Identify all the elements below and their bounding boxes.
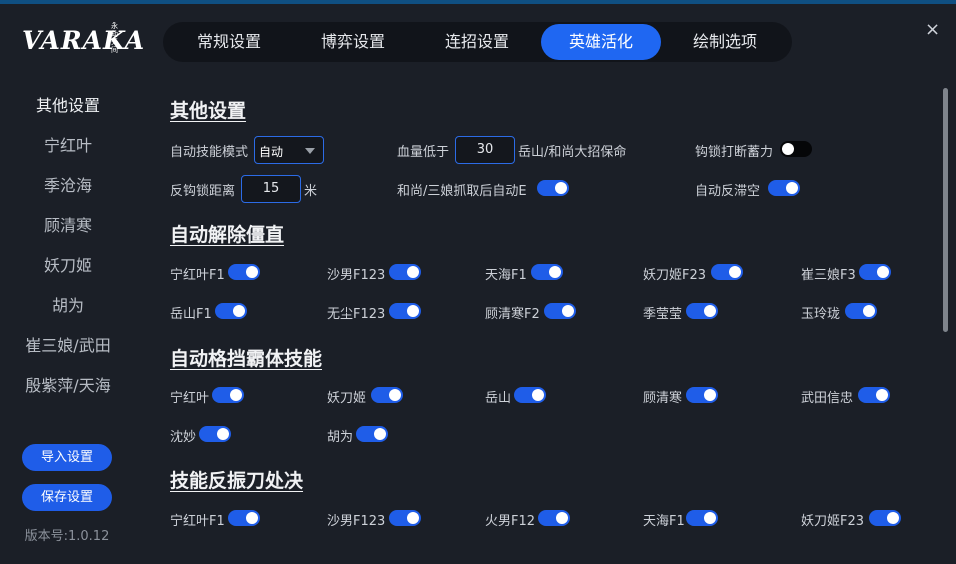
stiff-item-toggle[interactable] <box>389 264 421 280</box>
sidebar-item-yin[interactable]: 殷紫萍/天海 <box>0 372 136 396</box>
parry-item-toggle[interactable] <box>199 426 231 442</box>
tab-game[interactable]: 博弈设置 <box>291 24 415 60</box>
parry-item-toggle[interactable] <box>514 387 546 403</box>
hp-threshold-input[interactable]: 30 <box>455 136 515 164</box>
parry-item-label: 顾清寒 <box>643 391 683 406</box>
anti-hook-distance-input[interactable]: 15 <box>241 175 301 203</box>
section-title-stiff: 自动解除僵直 <box>170 224 285 246</box>
anti-stall-toggle[interactable] <box>768 180 800 196</box>
sidebar-item-ji[interactable]: 季沧海 <box>0 172 136 196</box>
counter-item-toggle[interactable] <box>389 510 421 526</box>
stiff-item-label: 沙男F123 <box>327 268 386 283</box>
stiff-item-toggle[interactable] <box>389 303 421 319</box>
stiff-item-toggle[interactable] <box>228 264 260 280</box>
counter-item-label: 妖刀姬F23 <box>801 514 865 529</box>
tab-hero[interactable]: 英雄活化 <box>541 24 661 60</box>
auto-mode-label: 自动技能模式 <box>170 145 249 160</box>
stiff-item-toggle[interactable] <box>845 303 877 319</box>
section-title-counter: 技能反振刀处决 <box>170 470 304 492</box>
stiff-item-label: 顾清寒F2 <box>485 307 540 322</box>
import-settings-button[interactable]: 导入设置 <box>22 444 112 471</box>
auto-mode-select[interactable]: 自动 <box>254 136 324 164</box>
stiff-item-label: 天海F1 <box>485 268 527 283</box>
tab-general[interactable]: 常规设置 <box>165 24 293 60</box>
hook-interrupt-label: 钩锁打断蓄力 <box>695 145 774 160</box>
parry-item-toggle[interactable] <box>858 387 890 403</box>
hp-suffix-label: 岳山/和尚大招保命 <box>518 145 627 160</box>
logo-subtext: 永劫无间 <box>111 22 118 54</box>
stiff-item-toggle[interactable] <box>215 303 247 319</box>
counter-item-toggle[interactable] <box>686 510 718 526</box>
counter-item-label: 火男F12 <box>485 514 536 529</box>
grab-auto-e-toggle[interactable] <box>537 180 569 196</box>
sidebar-item-gu[interactable]: 顾清寒 <box>0 212 136 236</box>
grab-auto-e-label: 和尚/三娘抓取后自动E <box>397 184 527 199</box>
logo-text: VARAKA <box>22 26 146 55</box>
parry-item-toggle[interactable] <box>686 387 718 403</box>
counter-item-toggle[interactable] <box>538 510 570 526</box>
parry-item-label: 武田信忠 <box>801 391 854 406</box>
section-title-parry: 自动格挡霸体技能 <box>170 348 323 370</box>
hook-interrupt-toggle[interactable] <box>780 141 812 157</box>
counter-item-label: 宁红叶F1 <box>170 514 225 529</box>
stiff-item-label: 妖刀姬F23 <box>643 268 707 283</box>
counter-item-toggle[interactable] <box>869 510 901 526</box>
save-settings-button[interactable]: 保存设置 <box>22 484 112 511</box>
stiff-item-toggle[interactable] <box>686 303 718 319</box>
stiff-item-label: 宁红叶F1 <box>170 268 225 283</box>
anti-stall-label: 自动反滞空 <box>695 184 761 199</box>
counter-item-toggle[interactable] <box>228 510 260 526</box>
parry-item-label: 沈妙 <box>170 430 197 445</box>
sidebar-item-ning[interactable]: 宁红叶 <box>0 132 136 156</box>
close-icon[interactable]: × <box>925 19 940 40</box>
counter-item-label: 沙男F123 <box>327 514 386 529</box>
parry-item-toggle[interactable] <box>212 387 244 403</box>
tab-combo[interactable]: 连招设置 <box>415 24 539 60</box>
parry-item-toggle[interactable] <box>356 426 388 442</box>
section-title-other: 其他设置 <box>170 100 247 122</box>
stiff-item-label: 季莹莹 <box>643 307 683 322</box>
anti-hook-unit: 米 <box>304 184 318 199</box>
version-label: 版本号:1.0.12 <box>24 529 110 544</box>
stiff-item-toggle[interactable] <box>859 264 891 280</box>
settings-panel: 其他设置 自动技能模式 自动 血量低于 30 岳山/和尚大招保命 钩锁打断蓄力 … <box>140 74 940 564</box>
parry-item-label: 宁红叶 <box>170 391 210 406</box>
parry-item-label: 妖刀姬 <box>327 391 367 406</box>
stiff-item-label: 无尘F123 <box>327 307 386 322</box>
stiff-item-label: 岳山F1 <box>170 307 212 322</box>
stiff-item-label: 崔三娘F3 <box>801 268 856 283</box>
stiff-item-toggle[interactable] <box>531 264 563 280</box>
app-logo: VARAKA 永劫无间 <box>22 22 144 62</box>
sidebar: 其他设置 宁红叶 季沧海 顾清寒 妖刀姬 胡为 崔三娘/武田 殷紫萍/天海 导入… <box>0 74 136 564</box>
sidebar-item-cui[interactable]: 崔三娘/武田 <box>0 332 136 356</box>
sidebar-item-other[interactable]: 其他设置 <box>0 92 136 116</box>
sidebar-item-yao[interactable]: 妖刀姬 <box>0 252 136 276</box>
stiff-item-toggle[interactable] <box>544 303 576 319</box>
anti-hook-label: 反钩锁距离 <box>170 184 236 199</box>
hp-label: 血量低于 <box>397 145 450 160</box>
parry-item-toggle[interactable] <box>371 387 403 403</box>
parry-item-label: 胡为 <box>327 430 354 445</box>
top-tab-bar: 常规设置 博弈设置 连招设置 英雄活化 绘制选项 <box>163 22 792 62</box>
parry-item-label: 岳山 <box>485 391 512 406</box>
title-bar: VARAKA 永劫无间 常规设置 博弈设置 连招设置 英雄活化 绘制选项 × <box>0 4 956 74</box>
sidebar-item-hu[interactable]: 胡为 <box>0 292 136 316</box>
stiff-item-toggle[interactable] <box>711 264 743 280</box>
stiff-item-label: 玉玲珑 <box>801 307 841 322</box>
chevron-down-icon <box>305 148 315 154</box>
auto-mode-value: 自动 <box>259 145 284 159</box>
scrollbar-thumb[interactable] <box>943 88 948 332</box>
tab-draw[interactable]: 绘制选项 <box>663 24 787 60</box>
counter-item-label: 天海F1 <box>643 514 685 529</box>
